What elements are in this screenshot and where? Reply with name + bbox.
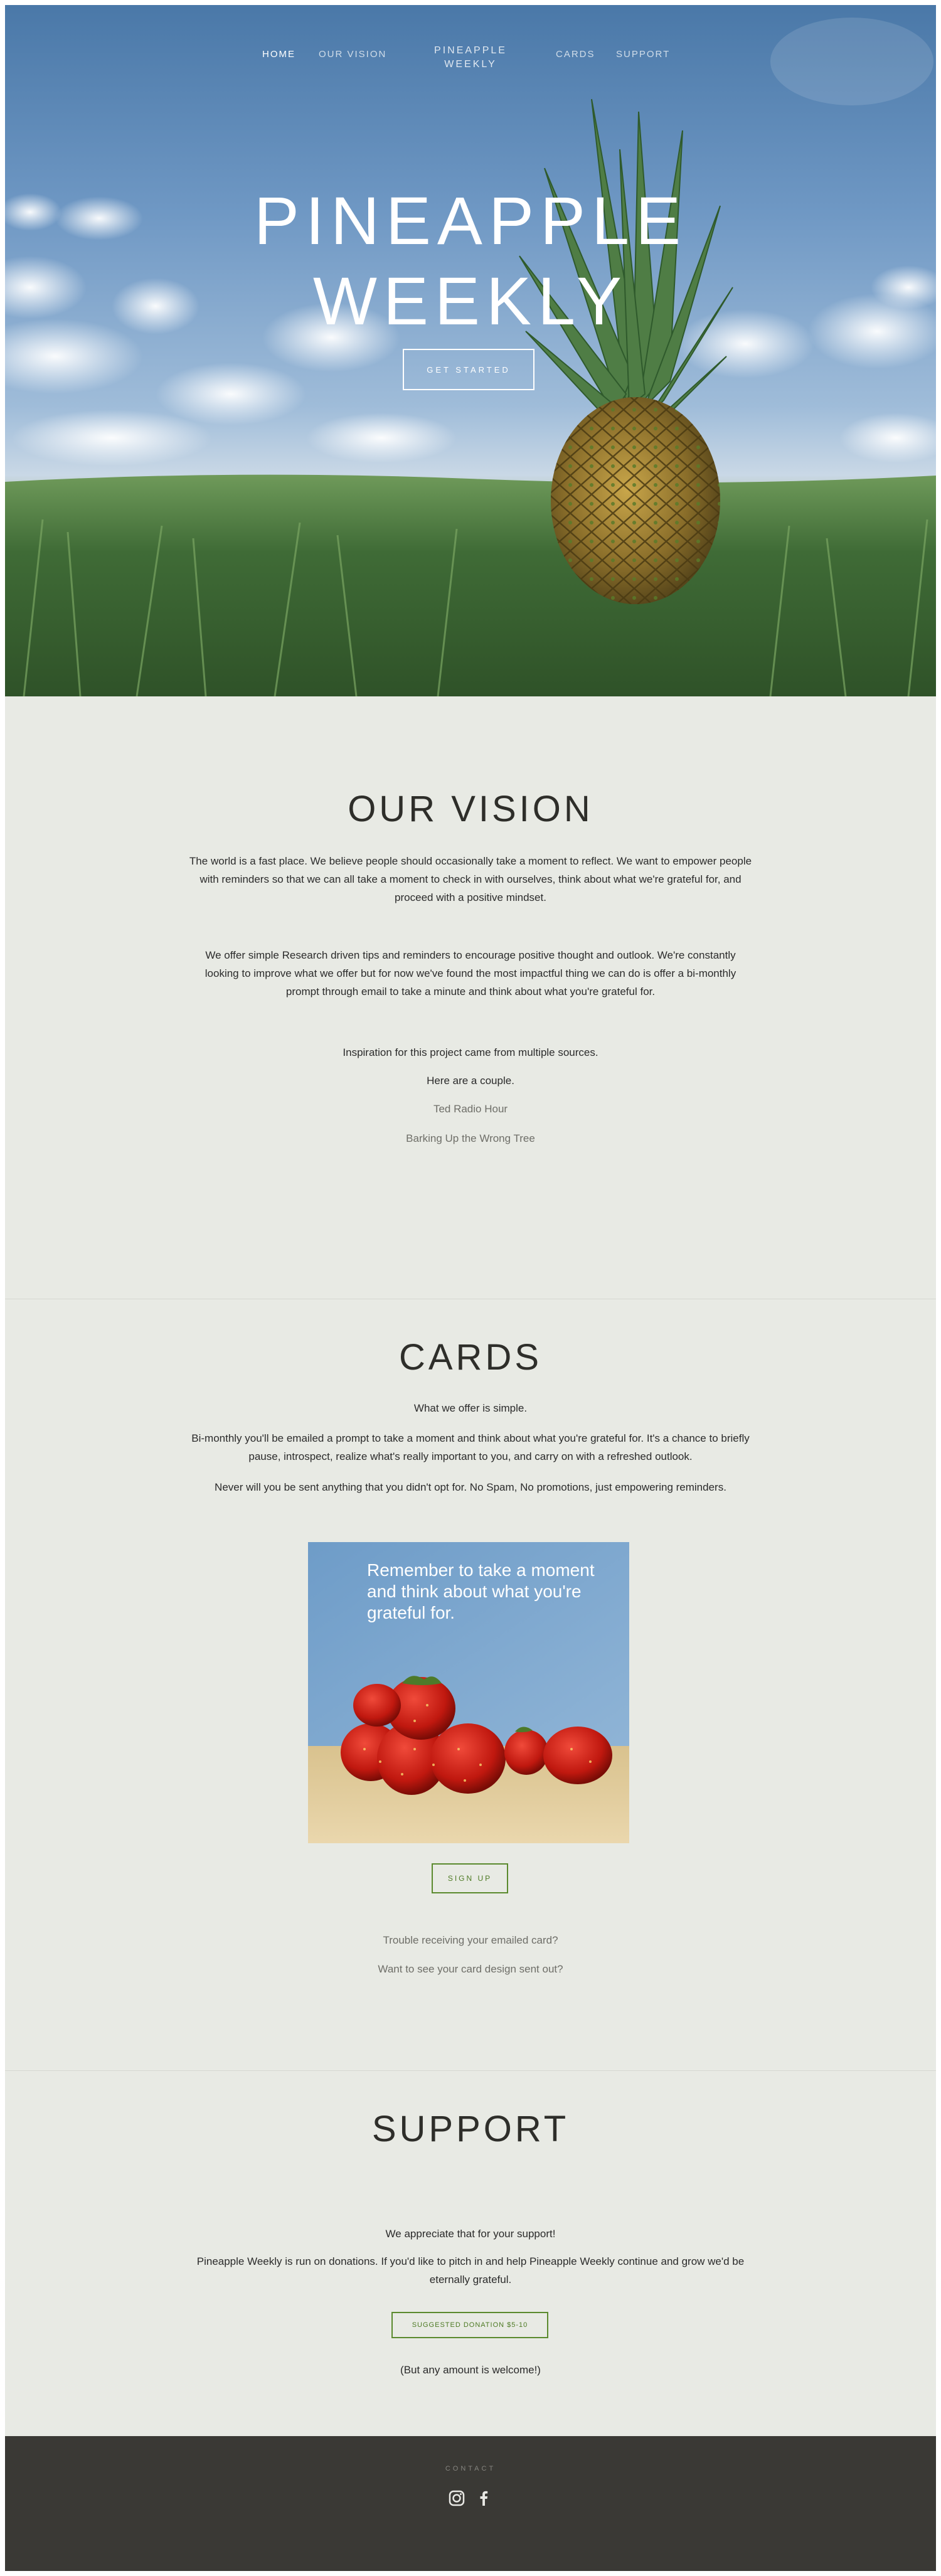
hero-title-line-2: WEEKLY <box>312 263 629 339</box>
support-paragraph: Pineapple Weekly is run on donations. If… <box>196 2255 745 2286</box>
cards-intro: What we offer is simple. <box>413 1402 528 1414</box>
support-note: (But any amount is welcome!) <box>400 2364 541 2376</box>
link-see-card-design[interactable]: Want to see your card design sent out? <box>5 1963 936 1976</box>
cards-paragraph-1: Bi-monthly you'll be emailed a prompt to… <box>191 1432 750 1462</box>
hero-title: PINEAPPLE WEEKLY <box>5 181 936 341</box>
footer-contact-label: CONTACT <box>445 2465 496 2472</box>
sign-up-button[interactable]: SIGN UP <box>432 1863 508 1893</box>
support-title: SUPPORT <box>371 2109 570 2149</box>
link-ted-radio-hour[interactable]: Ted Radio Hour <box>5 1103 936 1115</box>
nav-link-home[interactable]: HOME <box>262 49 295 60</box>
facebook-icon[interactable] <box>476 2490 492 2506</box>
brand-logo[interactable]: PINEAPPLE WEEKLY <box>420 44 521 72</box>
cards-title: CARDS <box>398 1337 543 1378</box>
brand-line-2: WEEKLY <box>444 59 497 70</box>
instagram-icon[interactable] <box>449 2490 465 2506</box>
vision-paragraph-2: We offer simple Research driven tips and… <box>205 949 736 998</box>
top-navigation: HOME OUR VISION PINEAPPLE WEEKLY CARDS S… <box>5 45 936 74</box>
vision-couple: Here are a couple. <box>427 1075 514 1087</box>
section-divider <box>5 2070 936 2071</box>
support-thanks: We appreciate that for your support! <box>385 2228 556 2240</box>
card-image-text: Remember to take a moment and think abou… <box>367 1560 595 1622</box>
hero-title-line-1: PINEAPPLE <box>253 183 688 258</box>
link-barking-up-wrong-tree[interactable]: Barking Up the Wrong Tree <box>5 1132 936 1145</box>
cards-paragraph-2: Never will you be sent anything that you… <box>215 1481 726 1493</box>
page: HOME OUR VISION PINEAPPLE WEEKLY CARDS S… <box>5 5 936 2571</box>
suggested-donation-button[interactable]: SUGGESTED DONATION $5-10 <box>391 2312 548 2338</box>
vision-title: OUR VISION <box>348 789 593 829</box>
nav-link-support[interactable]: SUPPORT <box>616 49 670 60</box>
link-trouble-receiving-card[interactable]: Trouble receiving your emailed card? <box>5 1934 936 1947</box>
card-example-image: Remember to take a moment and think abou… <box>308 1542 629 1843</box>
nav-link-cards[interactable]: CARDS <box>556 49 595 60</box>
vision-paragraph-1: The world is a fast place. We believe pe… <box>189 855 752 903</box>
nav-link-our-vision[interactable]: OUR VISION <box>319 49 386 60</box>
hero-section: HOME OUR VISION PINEAPPLE WEEKLY CARDS S… <box>5 5 936 696</box>
get-started-button[interactable]: GET STARTED <box>403 349 534 390</box>
vision-inspiration: Inspiration for this project came from m… <box>343 1046 598 1058</box>
brand-line-1: PINEAPPLE <box>434 45 507 56</box>
footer: CONTACT <box>5 2436 936 2571</box>
